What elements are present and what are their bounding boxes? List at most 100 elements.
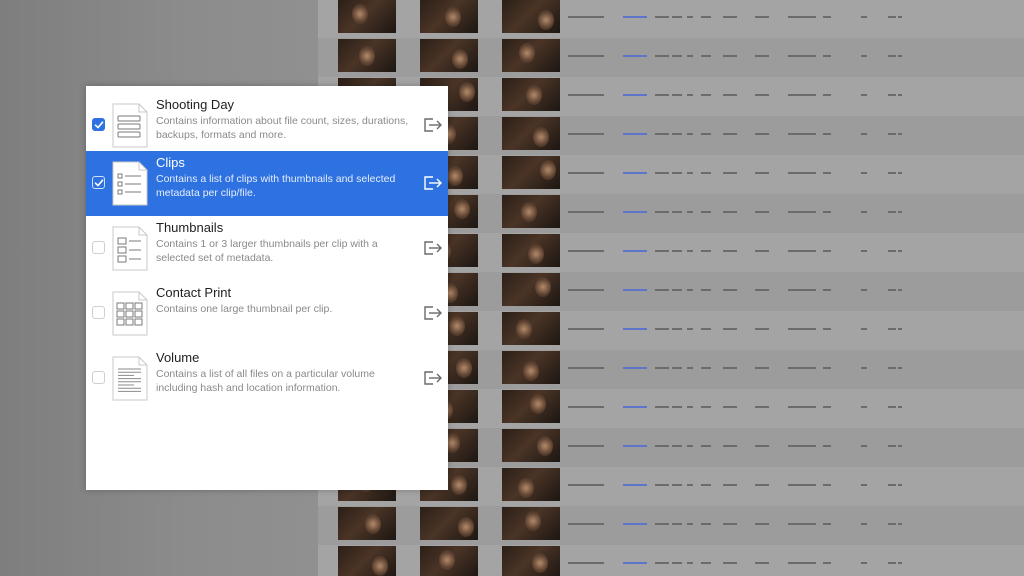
metadata-placeholder-bar [861,445,867,447]
metadata-placeholder-bar [888,406,896,408]
metadata-placeholder-bar [623,16,647,18]
metadata-placeholder-bar [568,406,604,408]
metadata-placeholder-bar [701,133,711,135]
metadata-placeholder-bar [888,55,896,57]
metadata-placeholder-bar [755,445,769,447]
metadata-placeholder-bar [623,484,647,486]
export-icon[interactable] [423,175,443,191]
metadata-placeholder-bar [898,211,902,213]
metadata-placeholder-bar [823,55,831,57]
clip-thumbnail-image [338,0,396,33]
metadata-placeholder-bar [672,211,682,213]
metadata-placeholder-bar [723,328,737,330]
metadata-placeholder-bar [898,289,902,291]
document-lines-icon [110,356,150,401]
metadata-placeholder-bar [687,484,693,486]
export-icon[interactable] [423,117,443,133]
metadata-placeholder-bar [723,562,737,564]
template-row-contact-print[interactable]: Contact Print Contains one large thumbna… [86,281,448,346]
metadata-placeholder-bar [888,211,896,213]
metadata-placeholder-bar [655,55,669,57]
metadata-placeholder-bar [898,562,902,564]
metadata-placeholder-bar [655,172,669,174]
metadata-placeholder-bar [788,94,816,96]
metadata-placeholder-bar [755,16,769,18]
clip-thumbnail-image [502,312,560,345]
metadata-placeholder-bar [888,133,896,135]
metadata-placeholder-bar [568,523,604,525]
metadata-placeholder-bar [861,250,867,252]
metadata-placeholder-bar [568,328,604,330]
clip-thumbnail-image [338,507,396,540]
metadata-placeholder-bar [568,367,604,369]
metadata-placeholder-bar [672,523,682,525]
metadata-placeholder-bar [687,211,693,213]
metadata-placeholder-bar [823,289,831,291]
metadata-placeholder-bar [823,172,831,174]
clip-thumbnail-image [502,78,560,111]
metadata-placeholder-bar [655,562,669,564]
export-icon[interactable] [423,370,443,386]
metadata-placeholder-bar [861,406,867,408]
metadata-placeholder-bar [655,133,669,135]
template-title: Thumbnails [156,220,224,235]
metadata-placeholder-bar [701,289,711,291]
template-row-thumbnails[interactable]: Thumbnails Contains 1 or 3 larger thumbn… [86,216,448,281]
export-icon[interactable] [423,305,443,321]
volume-checkbox[interactable] [92,371,105,384]
template-title: Shooting Day [156,97,235,112]
metadata-placeholder-bar [898,523,902,525]
metadata-placeholder-bar [701,367,711,369]
metadata-placeholder-bar [655,16,669,18]
metadata-placeholder-bar [898,172,902,174]
metadata-placeholder-bar [723,16,737,18]
metadata-placeholder-bar [723,445,737,447]
metadata-placeholder-bar [568,289,604,291]
metadata-placeholder-bar [701,16,711,18]
template-row-shooting-day[interactable]: Shooting Day Contains information about … [86,93,448,158]
metadata-placeholder-bar [687,172,693,174]
metadata-placeholder-bar [755,94,769,96]
metadata-placeholder-bar [687,445,693,447]
template-title: Volume [156,350,200,365]
metadata-placeholder-bar [623,523,647,525]
metadata-placeholder-bar [701,328,711,330]
metadata-placeholder-bar [568,94,604,96]
metadata-placeholder-bar [788,445,816,447]
metadata-placeholder-bar [788,133,816,135]
metadata-placeholder-bar [723,250,737,252]
metadata-placeholder-bar [655,328,669,330]
metadata-placeholder-bar [861,367,867,369]
metadata-placeholder-bar [788,406,816,408]
background-clip-row [318,0,1024,38]
clips-checkbox[interactable] [92,176,105,189]
metadata-placeholder-bar [623,328,647,330]
metadata-placeholder-bar [623,562,647,564]
metadata-placeholder-bar [788,289,816,291]
metadata-placeholder-bar [898,94,902,96]
template-row-clips[interactable]: Clips Contains a list of clips with thum… [86,151,448,216]
document-thumbnails-icon [110,226,150,271]
metadata-placeholder-bar [655,367,669,369]
metadata-placeholder-bar [861,55,867,57]
metadata-placeholder-bar [888,523,896,525]
template-description: Contains 1 or 3 larger thumbnails per cl… [156,238,378,264]
contact-print-checkbox[interactable] [92,306,105,319]
metadata-placeholder-bar [788,523,816,525]
export-icon[interactable] [423,240,443,256]
metadata-placeholder-bar [672,94,682,96]
template-row-volume[interactable]: Volume Contains a list of all files on a… [86,346,448,411]
shooting-day-checkbox[interactable] [92,118,105,131]
metadata-placeholder-bar [672,328,682,330]
metadata-placeholder-bar [655,250,669,252]
metadata-placeholder-bar [788,172,816,174]
metadata-placeholder-bar [723,406,737,408]
thumbnails-checkbox[interactable] [92,241,105,254]
metadata-placeholder-bar [655,484,669,486]
metadata-placeholder-bar [623,367,647,369]
metadata-placeholder-bar [568,55,604,57]
template-description: Contains a list of clips with thumbnails… [156,173,396,199]
metadata-placeholder-bar [898,406,902,408]
metadata-placeholder-bar [623,445,647,447]
metadata-placeholder-bar [701,406,711,408]
